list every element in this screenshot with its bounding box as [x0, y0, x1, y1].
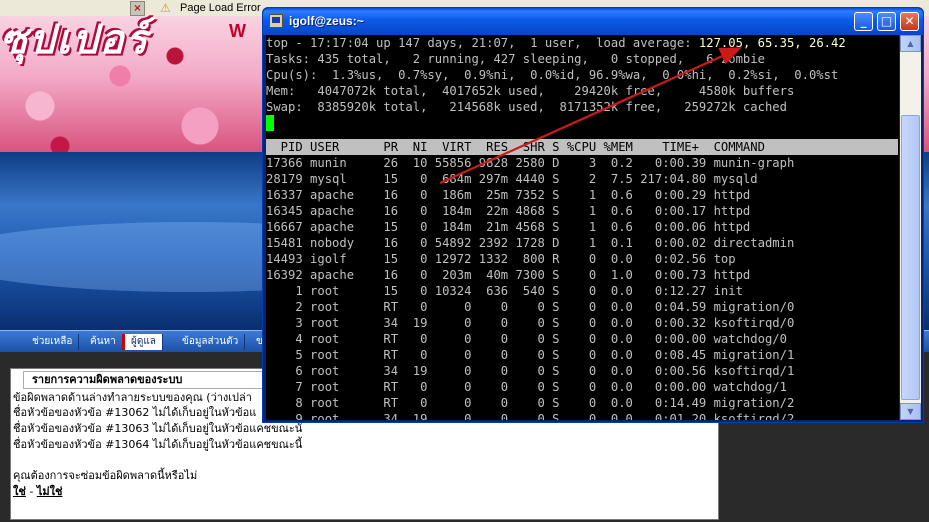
yes-link[interactable]: ใช่: [13, 485, 26, 498]
error-line: ชื่อหัวข้อของหัวข้อ #13063 ไม่ได้เก็บอยู…: [13, 422, 303, 435]
putty-icon[interactable]: [269, 14, 283, 28]
mem-line: Mem: 4047072k total, 4017652k used, 2942…: [266, 84, 795, 98]
putty-window: igolf@zeus:~ _ □ ✕ top - 17:17:04 up 147…: [262, 7, 924, 423]
warning-icon: ⚠: [160, 1, 171, 15]
process-row: 16345 apache 16 0 184m 22m 4868 S 1 0.6 …: [266, 204, 751, 218]
process-row: 3 root 34 19 0 0 0 S 0 0.0 0:00.32 ksoft…: [266, 316, 795, 330]
repair-choice: ใช่ - ไม่ใช่: [13, 485, 62, 499]
process-row: 8 root RT 0 0 0 0 S 0 0.0 0:14.49 migrat…: [266, 396, 795, 410]
header-text: PID USER PR NI VIRT RES SHR S %CPU %MEM …: [266, 140, 765, 154]
scroll-thumb[interactable]: [901, 115, 920, 400]
error-line: ชื่อหัวข้อของหัวข้อ #13064 ไม่ได้เก็บอยู…: [13, 438, 303, 451]
load-average-values: 127.05, 65.35, 26.42: [698, 36, 846, 50]
process-row: 7 root RT 0 0 0 0 S 0 0.0 0:00.00 watchd…: [266, 380, 787, 394]
nav-profile[interactable]: ข้อมูลส่วนตัว: [176, 334, 246, 350]
process-row: 15481 nobody 16 0 54892 2392 1728 D 1 0.…: [266, 236, 795, 250]
close-button[interactable]: ✕: [900, 12, 919, 31]
terminal-output[interactable]: top - 17:17:04 up 147 days, 21:07, 1 use…: [266, 35, 899, 420]
nav-search[interactable]: ค้นหา: [84, 334, 123, 350]
scroll-down-arrow[interactable]: ▼: [900, 403, 921, 420]
process-row: 9 root 34 19 0 0 0 S 0 0.0 0:01.20 ksoft…: [266, 412, 795, 420]
site-logo: ซุปเปอร์: [0, 16, 150, 63]
process-row: 16667 apache 15 0 184m 21m 4568 S 1 0.6 …: [266, 220, 751, 234]
nav-admin[interactable]: ผู้ดูแล: [122, 334, 163, 350]
terminal-cursor: [266, 115, 274, 131]
process-row: 2 root RT 0 0 0 0 S 0 0.0 0:04.59 migrat…: [266, 300, 795, 314]
putty-title-bar[interactable]: igolf@zeus:~ _ □ ✕: [263, 8, 923, 35]
tab-close-button[interactable]: ×: [130, 1, 145, 16]
terminal-scrollbar[interactable]: ▲ ▼: [900, 35, 921, 420]
tasks-line: Tasks: 435 total, 2 running, 427 sleepin…: [266, 52, 765, 66]
tab-page-load-error[interactable]: Page Load Error: [180, 1, 261, 15]
process-table-header: PID USER PR NI VIRT RES SHR S %CPU %MEM …: [266, 139, 898, 155]
process-row: 28179 mysql 15 0 684m 297m 4440 S 2 7.5 …: [266, 172, 758, 186]
process-row: 16392 apache 16 0 203m 40m 7300 S 0 1.0 …: [266, 268, 751, 282]
banner-side-text: W: [229, 21, 246, 41]
process-row: 5 root RT 0 0 0 0 S 0 0.0 0:08.45 migrat…: [266, 348, 795, 362]
error-line: ชื่อหัวข้อของหัวข้อ #13062 ไม่ได้เก็บอยู…: [13, 406, 257, 419]
repair-question: คุณต้องการจะซ่อมข้อผิดพลาดนี้หรือไม่: [13, 469, 198, 482]
process-row: 4 root RT 0 0 0 0 S 0 0.0 0:00.00 watchd…: [266, 332, 787, 346]
process-row: 1 root 15 0 10324 636 540 S 0 0.0 0:12.2…: [266, 284, 743, 298]
maximize-button[interactable]: □: [877, 12, 896, 31]
nav-help[interactable]: ช่วยเหลือ: [26, 334, 80, 350]
process-row: 6 root 34 19 0 0 0 S 0 0.0 0:00.56 ksoft…: [266, 364, 795, 378]
swap-line: Swap: 8385920k total, 214568k used, 8171…: [266, 100, 787, 114]
cpu-line: Cpu(s): 1.3%us, 0.7%sy, 0.9%ni, 0.0%id, …: [266, 68, 839, 82]
scroll-up-arrow[interactable]: ▲: [900, 35, 921, 52]
no-link[interactable]: ไม่ใช่: [37, 485, 63, 498]
error-line: ข้อผิดพลาดด้านล่างทำลายระบบของคุณ (ว่างเ…: [13, 391, 252, 404]
window-title: igolf@zeus:~: [289, 14, 364, 28]
top-uptime-line: top - 17:17:04 up 147 days, 21:07, 1 use…: [266, 35, 846, 51]
process-row: 14493 igolf 15 0 12972 1332 800 R 0 0.0 …: [266, 252, 736, 266]
process-row: 16337 apache 16 0 186m 25m 7352 S 1 0.6 …: [266, 188, 751, 202]
process-row: 17366 munin 26 10 55856 9828 2580 D 3 0.…: [266, 156, 795, 170]
uptime-text: top - 17:17:04 up 147 days, 21:07, 1 use…: [266, 36, 699, 50]
choice-separator: -: [25, 485, 37, 498]
minimize-button[interactable]: _: [854, 12, 873, 31]
